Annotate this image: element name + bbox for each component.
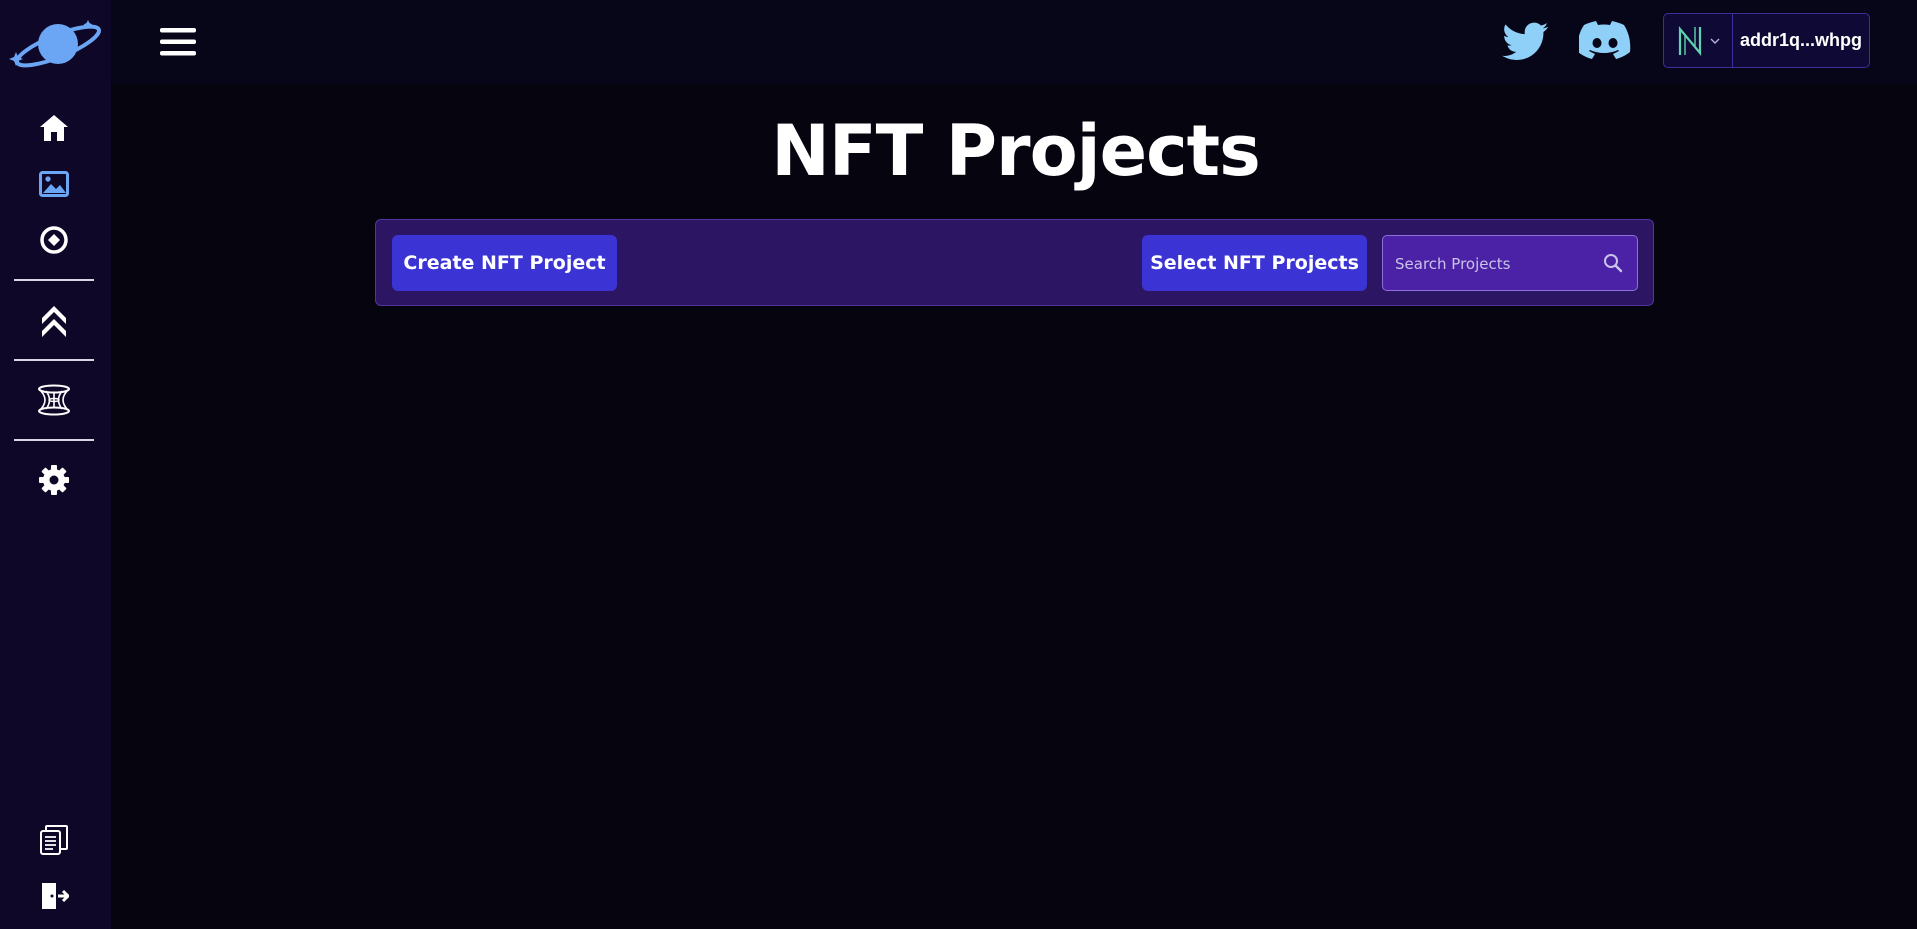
- nami-wallet-icon: [1678, 25, 1702, 56]
- gear-icon: [39, 465, 69, 495]
- sidebar-item-settings[interactable]: [36, 462, 72, 498]
- sidebar-item-boost[interactable]: [36, 302, 72, 338]
- hamburger-menu-icon[interactable]: [158, 24, 198, 60]
- wallet-selector[interactable]: [1664, 14, 1733, 67]
- sidebar-item-logout[interactable]: [36, 878, 72, 914]
- wallet-address: addr1q...whpg: [1739, 30, 1862, 50]
- search-input[interactable]: [1383, 236, 1597, 292]
- projects-toolbar: Create NFT Project Select NFT Projects: [375, 219, 1654, 306]
- sidebar-divider: [14, 359, 94, 361]
- logout-icon: [42, 883, 69, 909]
- chevrons-up-icon: [42, 306, 66, 337]
- page-title: NFT Projects: [771, 110, 1261, 192]
- search-box: [1382, 235, 1638, 292]
- discord-icon[interactable]: [1579, 20, 1633, 64]
- create-nft-project-button[interactable]: Create NFT Project: [392, 235, 617, 291]
- chevron-down-icon: [1710, 38, 1720, 44]
- sidebar-item-wormhole[interactable]: [36, 382, 72, 418]
- token-icon: [40, 226, 68, 254]
- sidebar-item-docs[interactable]: [36, 822, 72, 858]
- wormhole-icon: [38, 384, 70, 416]
- sidebar-divider: [14, 279, 94, 281]
- twitter-icon[interactable]: [1500, 18, 1552, 64]
- planet-logo-icon[interactable]: [8, 16, 104, 74]
- select-nft-projects-button[interactable]: Select NFT Projects: [1142, 235, 1367, 291]
- docs-icon: [40, 825, 68, 855]
- top-bar: [111, 0, 1917, 84]
- search-icon[interactable]: [1603, 253, 1623, 273]
- sidebar-divider: [14, 439, 94, 441]
- wallet-connect-button[interactable]: addr1q...whpg: [1663, 13, 1870, 68]
- sidebar-item-token[interactable]: [36, 222, 72, 258]
